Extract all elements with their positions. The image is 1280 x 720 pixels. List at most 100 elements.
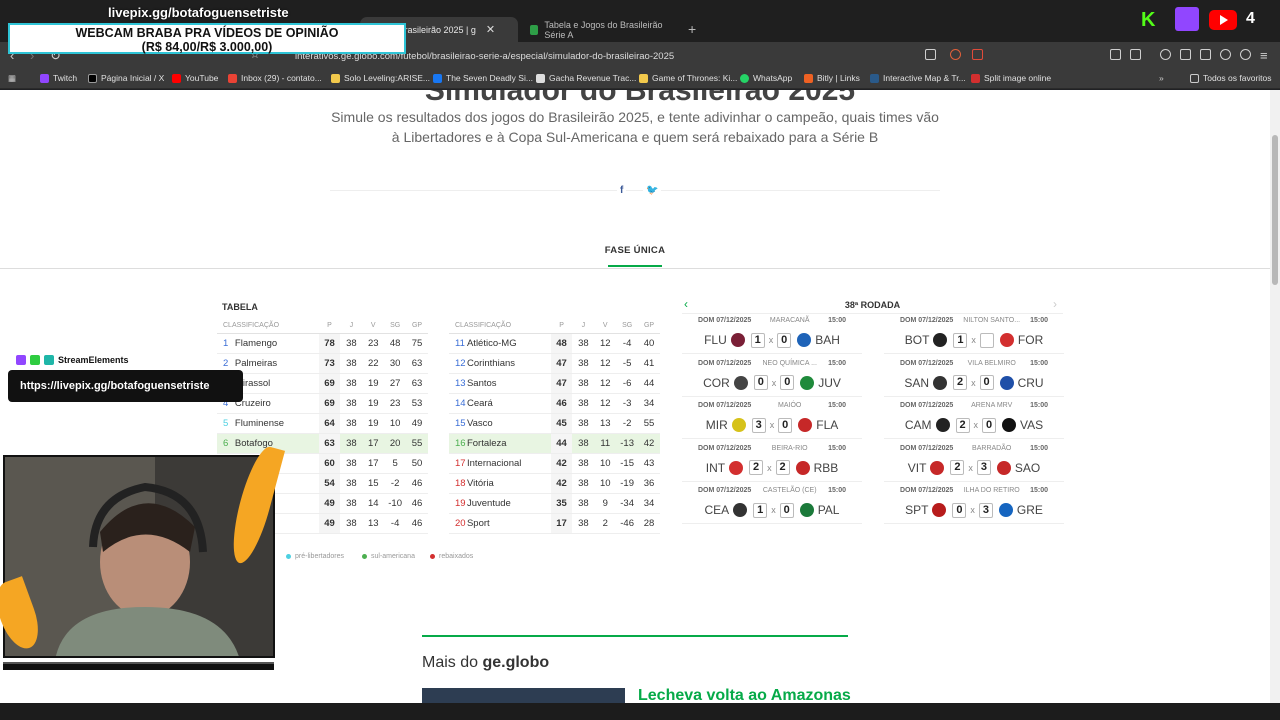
away-crest-icon: [1002, 418, 1017, 432]
cell-pos: 13: [449, 373, 467, 394]
match-date: DOM 07/12/2025: [698, 402, 752, 409]
next-round-icon[interactable]: ›: [1053, 297, 1057, 311]
more-bookmarks-icon[interactable]: »: [1159, 73, 1164, 83]
twitter-share-icon[interactable]: 🐦: [643, 185, 662, 196]
away-team: CRU: [1017, 375, 1044, 390]
cell-team: Corinthians: [466, 353, 551, 374]
screenshot-icon[interactable]: [1130, 49, 1141, 60]
bookmark-item[interactable]: Gacha Revenue Trac...: [536, 73, 636, 83]
column-header: SG: [616, 318, 639, 334]
cell-j: 38: [572, 433, 595, 454]
away-score-input[interactable]: 3: [976, 460, 991, 475]
away-score-input[interactable]: 0: [979, 375, 994, 390]
cell-v: 12: [594, 373, 617, 394]
home-team: MIR: [705, 418, 728, 432]
tab-tabela[interactable]: Tabela e Jogos do Brasileirão Série A: [520, 17, 680, 42]
cell-j: 38: [340, 453, 363, 474]
away-score-input[interactable]: 2: [775, 460, 790, 475]
cell-gp: 44: [638, 373, 660, 394]
all-bookmarks-folder[interactable]: Todos os favoritos: [1190, 73, 1272, 83]
share-icon[interactable]: [925, 49, 936, 60]
match-venue: CASTELÃO (CE): [762, 487, 817, 494]
home-score-input[interactable]: 0: [753, 375, 768, 390]
away-score-input[interactable]: 0: [779, 502, 794, 518]
home-score-input[interactable]: 2: [955, 417, 970, 433]
away-score-input[interactable]: [979, 332, 994, 348]
x-icon: [88, 73, 97, 83]
bookmark-item[interactable]: Inbox (29) - contato...: [228, 73, 322, 83]
cell-p: 17: [550, 513, 573, 534]
cell-pos: 18: [449, 473, 467, 494]
match-score-row: SPT 0 x 3 GRE: [884, 502, 1064, 518]
bookmark-item[interactable]: Bitly | Links: [804, 73, 860, 83]
cell-gp: 46: [406, 473, 428, 494]
bookmark-item[interactable]: YouTube: [172, 73, 218, 83]
home-score-input[interactable]: 2: [950, 460, 965, 475]
table-row: 4 Cruzeiro 69 38 19 23 53: [217, 393, 428, 414]
home-score-input[interactable]: 0: [952, 502, 967, 518]
legend-sulamericana: sul-americana: [362, 553, 415, 560]
away-score-input[interactable]: 0: [982, 417, 997, 433]
brave-shield-icon[interactable]: [950, 49, 961, 60]
home-crest-icon: [733, 503, 748, 517]
home-score-input[interactable]: 1: [753, 502, 768, 518]
facebook-share-icon[interactable]: f: [617, 185, 627, 196]
cell-pos: 5: [217, 413, 235, 434]
cell-v: 13: [594, 413, 617, 434]
apps-grid-icon[interactable]: ▦: [8, 73, 16, 84]
extensions-icon[interactable]: [1110, 49, 1121, 60]
cell-v: 19: [362, 393, 385, 414]
cell-sg: -34: [616, 493, 639, 514]
cell-gp: 36: [638, 473, 660, 494]
sidebar-icon[interactable]: [1180, 49, 1191, 60]
table-row: 15 Vasco 45 38 13 -2 55: [449, 413, 660, 434]
match-date: DOM 07/12/2025: [698, 487, 752, 494]
ge-favicon-icon: [530, 24, 539, 35]
folder-icon: [1190, 73, 1199, 83]
bookmark-item[interactable]: Split image online: [971, 73, 1051, 83]
news-headline-link[interactable]: Lecheva volta ao Amazonas: [638, 687, 851, 703]
away-score-input[interactable]: 0: [777, 332, 792, 348]
media-icon[interactable]: [1160, 49, 1171, 60]
scrollbar-thumb[interactable]: [1272, 135, 1278, 285]
home-score-input[interactable]: 2: [953, 375, 968, 390]
bookmark-item[interactable]: WhatsApp: [740, 73, 792, 83]
tab-fase-unica[interactable]: FASE ÚNICA: [560, 245, 710, 256]
vpn-icon[interactable]: [1240, 49, 1251, 60]
home-score-input[interactable]: 2: [749, 460, 764, 475]
away-team: PAL: [817, 503, 840, 517]
cell-j: 38: [572, 453, 595, 474]
wallet-icon[interactable]: [1200, 49, 1211, 60]
bookmark-item[interactable]: Página Inicial / X: [88, 73, 164, 83]
home-score-input[interactable]: 1: [750, 332, 765, 348]
new-tab-icon[interactable]: +: [688, 21, 696, 37]
cell-pos: 17: [449, 453, 467, 474]
cell-v: 14: [362, 493, 385, 514]
bookmark-item[interactable]: Game of Thrones: Ki...: [639, 73, 737, 83]
cell-p: 64: [318, 413, 341, 434]
menu-icon[interactable]: ≡: [1260, 48, 1268, 63]
bookmark-item[interactable]: Interactive Map & Tr...: [870, 73, 966, 83]
bookmark-item[interactable]: The Seven Deadly Si...: [433, 73, 533, 83]
news-thumbnail[interactable]: [422, 688, 625, 703]
bookmark-item[interactable]: Solo Leveling:ARISE...: [331, 73, 430, 83]
bookmark-item[interactable]: Twitch: [40, 73, 77, 83]
goal-progress-text: (R$ 84,00/R$ 3.000,00): [141, 40, 273, 54]
away-score-input[interactable]: 3: [978, 502, 993, 518]
away-score-input[interactable]: 0: [780, 375, 795, 390]
match-score-row: BOT 1 x FOR: [884, 332, 1064, 348]
home-score-input[interactable]: 3: [751, 417, 766, 433]
cell-j: 38: [340, 393, 363, 414]
match-venue: ILHA DO RETIRO: [963, 487, 1020, 494]
away-score-input[interactable]: 0: [778, 417, 793, 433]
prev-round-icon[interactable]: ‹: [684, 297, 688, 311]
leo-icon[interactable]: [1220, 49, 1231, 60]
table-row: 6 Botafogo 63 38 17 20 55: [217, 433, 428, 454]
cell-sg: -19: [616, 473, 639, 494]
cell-j: 38: [572, 473, 595, 494]
home-score-input[interactable]: 1: [953, 332, 968, 348]
cell-team: Sport: [466, 513, 551, 534]
rewards-icon[interactable]: [972, 49, 983, 60]
close-tab-icon[interactable]: ✕: [486, 23, 495, 36]
cell-v: 12: [594, 353, 617, 374]
